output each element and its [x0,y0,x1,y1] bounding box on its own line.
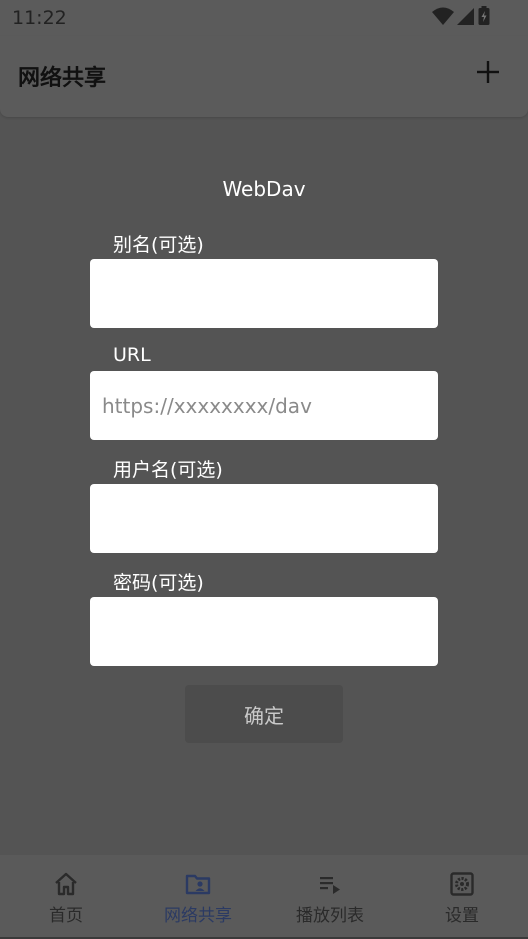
signal-icon [457,8,474,25]
status-bar: 11:22 [0,0,528,36]
playlist-icon [320,877,340,894]
nav-item-settings[interactable]: 设置 [396,855,528,937]
status-icons [432,6,490,26]
username-input[interactable] [90,484,438,553]
url-input[interactable] [90,371,438,440]
password-input[interactable] [90,597,438,666]
username-label: 用户名(可选) [113,459,223,481]
wifi-icon [432,7,454,25]
app-bar: 网络共享 [0,36,528,117]
nav-label-network-share: 网络共享 [164,906,232,926]
folder-user-icon [185,874,211,895]
alias-input[interactable] [90,259,438,328]
add-button[interactable] [474,58,502,86]
status-time: 11:22 [12,7,67,29]
nav-item-playlist[interactable]: 播放列表 [264,855,396,937]
page-title: 网络共享 [18,66,107,91]
nav-label-settings: 设置 [445,906,479,926]
nav-label-playlist: 播放列表 [296,906,364,926]
settings-icon [450,872,474,896]
url-label: URL [113,344,151,366]
form-title: WebDav [222,177,306,201]
nav-item-home[interactable]: 首页 [0,855,132,937]
alias-label: 别名(可选) [113,234,204,256]
plus-icon [477,61,499,83]
bottom-nav: 首页 网络共享 播放列表 设置 [0,855,528,937]
home-icon [55,872,77,896]
confirm-button[interactable]: 确定 [185,685,343,743]
nav-label-home: 首页 [49,906,83,926]
battery-icon [478,6,490,25]
nav-item-network-share[interactable]: 网络共享 [132,855,264,937]
password-label: 密码(可选) [113,572,204,594]
